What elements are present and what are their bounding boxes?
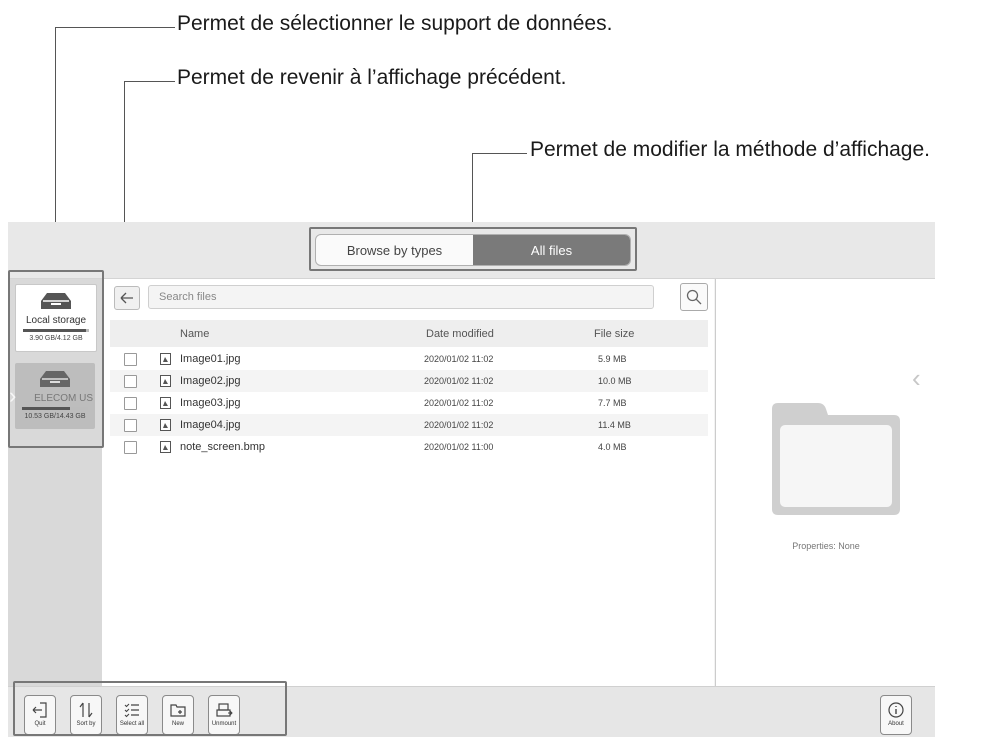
search-button[interactable] <box>680 283 708 311</box>
properties-panel: ‹ Properties: None <box>715 279 936 686</box>
file-size: 4.0 MB <box>598 442 627 452</box>
callout-line <box>55 27 175 28</box>
image-file-icon <box>160 397 171 409</box>
file-size: 7.7 MB <box>598 398 627 408</box>
highlight-storage <box>8 270 104 448</box>
file-manager-screen: Browse by types All files Local storage … <box>8 222 936 737</box>
file-date: 2020/01/02 11:02 <box>424 420 494 430</box>
file-name: note_screen.bmp <box>180 441 265 453</box>
chevron-left-icon[interactable]: ‹ <box>912 363 921 394</box>
highlight-toolbar <box>13 681 287 736</box>
column-date-modified[interactable]: Date modified <box>426 328 494 340</box>
file-name: Image02.jpg <box>180 375 241 387</box>
folder-icon <box>772 403 900 515</box>
image-file-icon <box>160 353 171 365</box>
column-name[interactable]: Name <box>180 328 209 340</box>
column-file-size[interactable]: File size <box>594 328 634 340</box>
file-date: 2020/01/02 11:02 <box>424 354 494 364</box>
callout-line <box>124 81 175 82</box>
back-button[interactable] <box>114 286 140 310</box>
image-file-icon <box>160 441 171 453</box>
table-header: Name Date modified File size <box>110 320 708 347</box>
file-name: Image01.jpg <box>180 353 241 365</box>
row-checkbox[interactable] <box>124 375 137 388</box>
file-date: 2020/01/02 11:02 <box>424 398 494 408</box>
callout-line <box>472 153 527 154</box>
table-row[interactable]: Image01.jpg 2020/01/02 11:02 5.9 MB <box>110 348 708 370</box>
file-size: 10.0 MB <box>598 376 632 386</box>
file-size: 11.4 MB <box>598 420 631 430</box>
about-button[interactable]: About <box>880 695 912 735</box>
info-icon <box>888 702 904 718</box>
callout-line <box>472 153 473 227</box>
row-checkbox[interactable] <box>124 441 137 454</box>
table-row[interactable]: Image03.jpg 2020/01/02 11:02 7.7 MB <box>110 392 708 414</box>
callout-view-mode: Permet de modifier la méthode d’affichag… <box>530 138 931 161</box>
highlight-view-toggle <box>309 227 637 271</box>
table-row[interactable]: Image04.jpg 2020/01/02 11:02 11.4 MB <box>110 414 708 436</box>
row-checkbox[interactable] <box>124 419 137 432</box>
back-icon <box>120 292 133 304</box>
search-icon <box>686 289 702 305</box>
file-date: 2020/01/02 11:00 <box>424 442 494 452</box>
search-input[interactable]: Search files <box>148 285 654 309</box>
callout-back: Permet de revenir à l’affichage précéden… <box>177 66 567 89</box>
about-label: About <box>888 721 904 727</box>
image-file-icon <box>160 419 171 431</box>
file-name: Image04.jpg <box>180 419 241 431</box>
properties-label: Properties: None <box>792 541 860 551</box>
file-size: 5.9 MB <box>598 354 627 364</box>
row-checkbox[interactable] <box>124 353 137 366</box>
table-row[interactable]: note_screen.bmp 2020/01/02 11:00 4.0 MB <box>110 436 708 458</box>
file-name: Image03.jpg <box>180 397 241 409</box>
file-list-panel: Search files Name Date modified File siz… <box>102 279 714 686</box>
callout-storage: Permet de sélectionner le support de don… <box>177 12 613 35</box>
table-row[interactable]: Image02.jpg 2020/01/02 11:02 10.0 MB <box>110 370 708 392</box>
image-file-icon <box>160 375 171 387</box>
row-checkbox[interactable] <box>124 397 137 410</box>
file-date: 2020/01/02 11:02 <box>424 376 494 386</box>
